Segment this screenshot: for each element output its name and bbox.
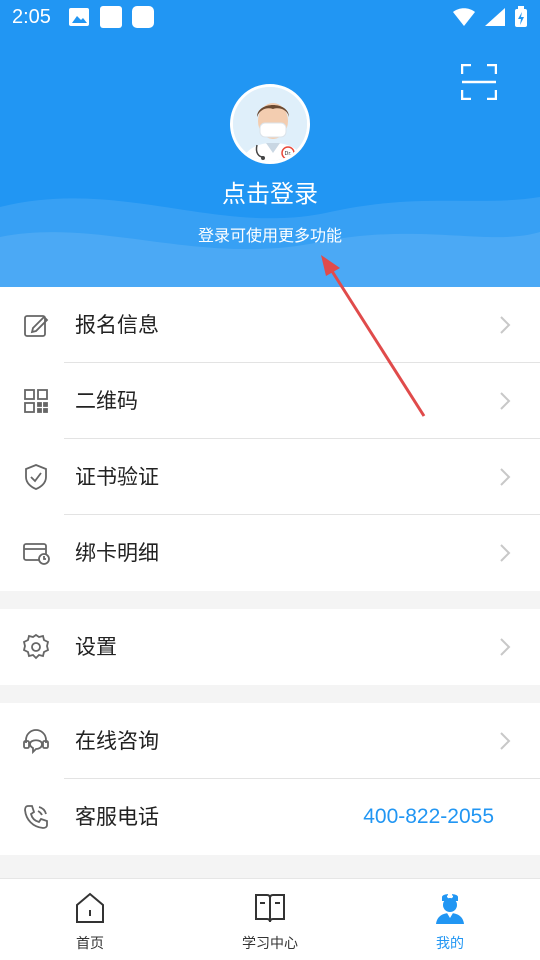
menu-label: 客服电话: [75, 805, 159, 829]
system-status-icons: [452, 6, 528, 28]
tab-home[interactable]: 首页: [0, 879, 180, 960]
app-notification-icon-2: [132, 6, 154, 28]
home-icon: [76, 892, 104, 923]
tab-label: 学习中心: [242, 936, 298, 952]
menu-label: 报名信息: [75, 313, 159, 337]
login-subtitle: 登录可使用更多功能: [197, 226, 342, 245]
gear-icon: [22, 633, 50, 660]
headset-icon: [23, 729, 49, 755]
chevron-right-icon: [500, 732, 511, 750]
menu-label: 在线咨询: [75, 729, 159, 753]
battery-icon: [515, 6, 527, 27]
menu-item-settings[interactable]: 设置: [0, 609, 540, 685]
doctor-avatar-icon: Dr.: [233, 87, 307, 161]
phone-icon: [24, 805, 48, 829]
shield-check-icon: [25, 464, 47, 490]
chevron-right-icon: [500, 316, 511, 334]
chevron-right-icon: [500, 638, 511, 656]
menu-item-registration-info[interactable]: 报名信息: [0, 287, 540, 363]
chevron-right-icon: [500, 392, 511, 410]
menu-item-service-phone[interactable]: 客服电话 400-822-2055: [0, 779, 540, 855]
menu-label: 证书验证: [75, 465, 159, 489]
scan-icon[interactable]: [461, 64, 497, 100]
notification-icons: [68, 6, 154, 28]
edit-icon: [24, 315, 49, 337]
app-notification-icon: [100, 6, 122, 28]
menu-group-settings: 设置: [0, 609, 540, 685]
menu-item-online-consult[interactable]: 在线咨询: [0, 703, 540, 779]
signal-icon: [485, 8, 505, 26]
tab-label: 我的: [436, 936, 464, 952]
qrcode-icon: [24, 389, 48, 413]
avatar-badge: Dr.: [284, 151, 291, 157]
avatar[interactable]: Dr.: [230, 84, 310, 164]
chevron-right-icon: [500, 544, 511, 562]
menu-group-support: 在线咨询 客服电话 400-822-2055: [0, 703, 540, 855]
wifi-icon: [453, 8, 475, 26]
menu-item-card-details[interactable]: 绑卡明细: [0, 515, 540, 591]
tab-mine[interactable]: 我的: [360, 879, 540, 960]
bottom-tab-bar: 首页 学习中心 我的: [0, 878, 540, 960]
card-icon: [23, 543, 50, 565]
menu-group-account: 报名信息 二维码 证书验证 绑卡明细: [0, 287, 540, 591]
status-bar: 2:05: [0, 0, 540, 36]
menu-label: 设置: [75, 635, 117, 659]
menu-label: 二维码: [75, 389, 138, 413]
doctor-icon: [436, 894, 464, 924]
status-time: 2:05: [12, 6, 51, 28]
menu-label: 绑卡明细: [75, 541, 159, 565]
tab-study-center[interactable]: 学习中心: [180, 879, 360, 960]
menu-item-certificate-verify[interactable]: 证书验证: [0, 439, 540, 515]
menu-item-qrcode[interactable]: 二维码: [0, 363, 540, 439]
tab-label: 首页: [76, 936, 104, 952]
login-title[interactable]: 点击登录: [0, 174, 540, 209]
book-icon: [255, 894, 285, 923]
profile-header: 2:05 Dr. 点击登录 登录可使用更多功能: [0, 0, 540, 287]
image-notification-icon: [69, 8, 89, 26]
chevron-right-icon: [500, 468, 511, 486]
service-phone-number[interactable]: 400-822-2055: [363, 779, 494, 855]
